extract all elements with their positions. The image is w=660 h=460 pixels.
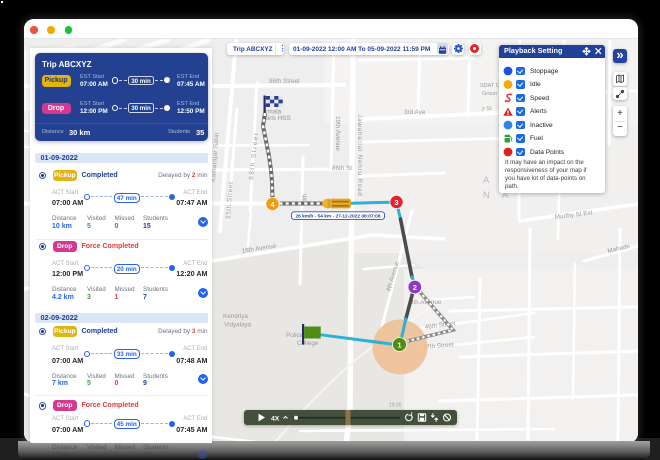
svg-text:4X: 4X [271, 415, 280, 422]
